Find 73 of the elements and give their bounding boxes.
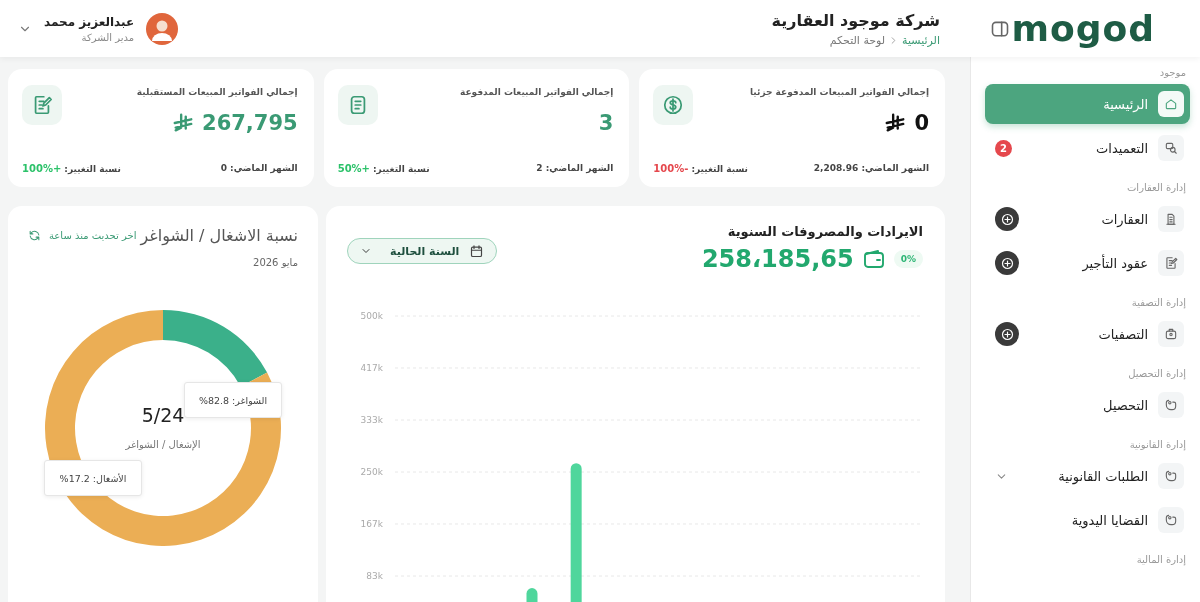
nav-item[interactable]: التحصيل bbox=[985, 385, 1190, 425]
change-value: -100% bbox=[653, 163, 689, 174]
add-button[interactable] bbox=[995, 207, 1019, 231]
center-label: الإشغال / الشواغر bbox=[124, 439, 202, 450]
nav-item[interactable]: الطلبات القانونية bbox=[985, 456, 1190, 496]
stat-value: 3 bbox=[598, 111, 614, 135]
stat-title: إجمالي الفواتير المبيعات المدفوعة bbox=[459, 87, 614, 97]
nav-item[interactable]: القضايا اليدوية bbox=[985, 500, 1190, 540]
change-label: نسبة التغيير: bbox=[64, 164, 121, 174]
document-icon bbox=[337, 85, 378, 125]
axis-tick-label: 333k bbox=[360, 415, 383, 425]
company-title: شركة موجود العقارية bbox=[771, 10, 940, 30]
stat-title: إجمالي الفواتير المبيعات المدفوعة جزئيا bbox=[749, 87, 929, 97]
chart-tooltip: الشواغر: 82.8% bbox=[184, 382, 282, 418]
avatar bbox=[146, 12, 179, 45]
note-edit-icon bbox=[1158, 250, 1184, 276]
user-role: مدير الشركة bbox=[80, 31, 135, 43]
total-amount: 258،185,65 bbox=[701, 245, 854, 273]
refresh-link[interactable]: اخر تحديث منذ ساعة bbox=[28, 229, 137, 242]
chart-title: الايرادات والمصروفات السنوية bbox=[726, 224, 923, 239]
wallet-icon bbox=[861, 247, 886, 271]
nav-item[interactable]: التصفيات bbox=[985, 314, 1190, 354]
calendar-icon bbox=[469, 243, 485, 259]
breadcrumb-link[interactable]: الرئيسية bbox=[902, 33, 940, 47]
breadcrumb-current: لوحة التحكم bbox=[829, 33, 886, 47]
pouch-icon bbox=[1158, 463, 1184, 489]
pouch-icon bbox=[1158, 507, 1184, 533]
axis-tick-label: 83k bbox=[366, 571, 383, 581]
nav-item[interactable]: العقارات bbox=[985, 199, 1190, 239]
nav-item[interactable]: عقود التأجير bbox=[985, 243, 1190, 283]
logo: mogod bbox=[1011, 10, 1155, 47]
add-button[interactable] bbox=[995, 322, 1019, 346]
change-value: +100% bbox=[22, 163, 62, 174]
date-label: مايو 2026 bbox=[252, 257, 298, 268]
bag-icon bbox=[1158, 321, 1184, 347]
section-label: إدارة القانونية bbox=[1128, 439, 1186, 450]
stat-value: 267,795 bbox=[202, 111, 298, 135]
section-label: إدارة العقارات bbox=[1125, 182, 1186, 193]
axis-tick-label: 417k bbox=[360, 363, 383, 373]
axis-tick-label: 167k bbox=[360, 519, 383, 529]
last-month-value: الشهر الماضي: 2,208.96 bbox=[813, 163, 929, 174]
dollar-icon bbox=[653, 85, 694, 125]
card-title: نسبة الاشغال / الشواغر bbox=[140, 226, 298, 245]
home-icon bbox=[1158, 91, 1184, 117]
axis-tick-label: 250k bbox=[360, 467, 383, 477]
building-icon bbox=[1158, 206, 1184, 232]
plus-circle-icon bbox=[999, 326, 1015, 342]
pouch-icon bbox=[1158, 392, 1184, 418]
center-value: 5/24 bbox=[140, 404, 186, 426]
stat-title: إجمالي الفواتير المبيعات المستقبلية bbox=[136, 87, 298, 97]
section-label: إدارة التصفية bbox=[1130, 297, 1186, 308]
plus-circle-icon bbox=[999, 211, 1015, 227]
stat-value: 0 bbox=[914, 111, 929, 135]
change-badge: 0% bbox=[893, 250, 923, 268]
note-edit-icon bbox=[22, 85, 62, 125]
section-label: موجود bbox=[1158, 67, 1186, 78]
user-name: عبدالعزيز محمد bbox=[44, 14, 135, 29]
count-badge: 2 bbox=[995, 139, 1012, 157]
last-month-value: الشهر الماضي: 0 bbox=[220, 163, 298, 174]
plus-circle-icon bbox=[999, 255, 1015, 271]
change-value: +50% bbox=[337, 163, 370, 174]
document-search-icon bbox=[1158, 135, 1184, 161]
change-label: نسبة التغيير: bbox=[691, 164, 748, 174]
axis-tick-label: 500k bbox=[360, 311, 383, 321]
refresh-icon bbox=[28, 229, 41, 242]
bar bbox=[526, 588, 538, 602]
add-button[interactable] bbox=[995, 251, 1019, 275]
section-label: إدارة المالية bbox=[1135, 554, 1186, 565]
period-dropdown[interactable]: السنة الحالية bbox=[347, 238, 498, 264]
chart-tooltip: الأشغال: 17.2% bbox=[44, 460, 142, 496]
section-label: إدارة التحصيل bbox=[1127, 368, 1186, 379]
change-label: نسبة التغيير: bbox=[373, 164, 430, 174]
last-month-value: الشهر الماضي: 2 bbox=[536, 163, 614, 174]
